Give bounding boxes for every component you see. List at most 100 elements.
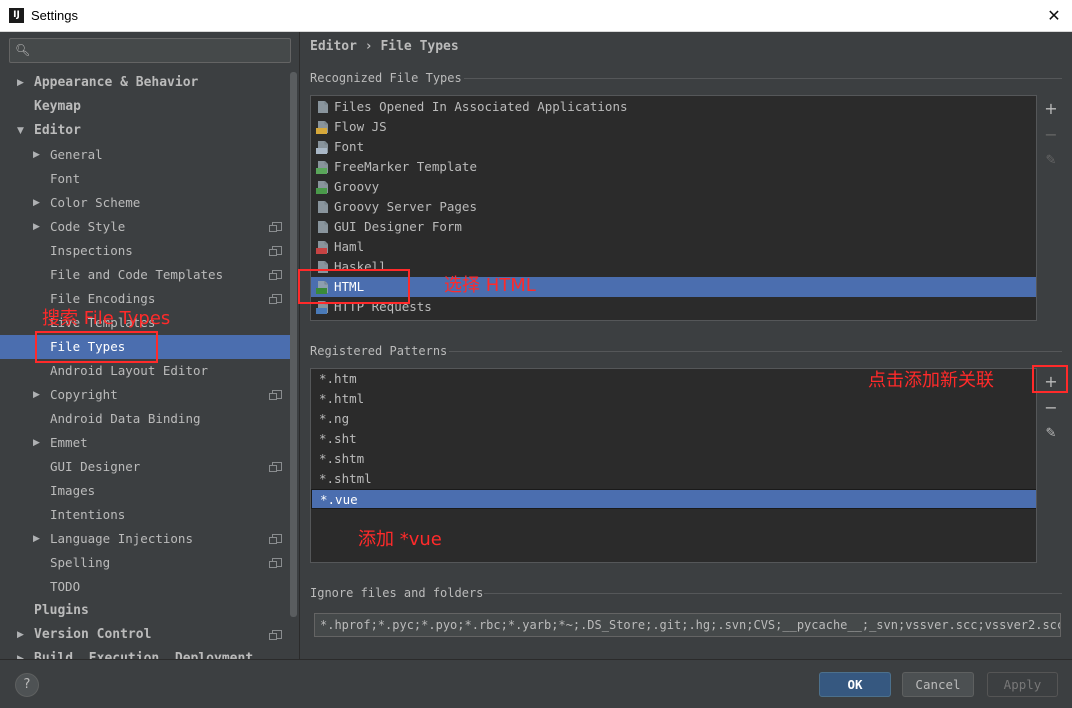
sidebar-item-font[interactable]: Font [0,167,290,191]
sidebar-item-intentions[interactable]: Intentions [0,503,290,527]
sidebar-item-android-data-binding[interactable]: Android Data Binding [0,407,290,431]
chevron-right-icon[interactable]: ▶ [17,647,27,659]
pattern-row[interactable]: *.html [311,389,1036,409]
file-type-label: Font [334,139,365,154]
file-type-row[interactable]: Files Opened In Associated Applications [311,97,1036,117]
sidebar-item-label: Keymap [34,99,81,114]
sidebar-item-plugins[interactable]: Plugins [0,599,290,623]
haml-file-icon [316,240,330,254]
project-settings-icon [269,222,282,232]
file-type-label: Flow JS [334,119,387,134]
recognized-file-types-list[interactable]: Files Opened In Associated Applications F… [310,95,1037,321]
chevron-down-icon[interactable]: ▼ [17,119,27,143]
sidebar-item-version-control[interactable]: ▶ Version Control [0,623,290,647]
file-type-row[interactable]: FreeMarker Template [311,157,1036,177]
sidebar-item-label: Inspections [50,243,133,258]
sidebar-item-copyright[interactable]: ▶ Copyright [0,383,290,407]
annotation-box-file-types [35,331,158,363]
dialog-button-bar: ? OK Cancel Apply [0,659,1072,708]
annotation-box-add-button [1032,365,1068,393]
sidebar-item-label: Font [50,171,81,186]
file-type-row[interactable]: ID [311,317,1036,320]
settings-tree: ▶ Appearance & Behavior Keymap ▼ Editor ▶ Gene… [0,71,290,659]
sidebar-item-todo[interactable]: TODO [0,575,290,599]
file-type-label: Files Opened In Associated Applications [334,99,628,114]
sidebar-item-label: Editor [34,123,81,138]
chevron-right-icon[interactable]: ▶ [33,215,43,239]
file-type-label: ID [334,317,349,320]
form-file-icon [316,220,330,234]
annotation-box-html [298,269,410,304]
sidebar-item-language-injections[interactable]: ▶ Language Injections [0,527,290,551]
project-settings-icon [269,270,282,280]
sidebar-item-appearance-behavior[interactable]: ▶ Appearance & Behavior [0,71,290,95]
edit-pattern-button[interactable]: ✎ [1039,423,1063,445]
project-settings-icon [269,534,282,544]
sidebar-item-emmet[interactable]: ▶ Emmet [0,431,290,455]
ignore-files-input[interactable]: *.hprof;*.pyc;*.pyo;*.rbc;*.yarb;*~;.DS_… [314,613,1061,637]
cancel-button[interactable]: Cancel [902,672,974,697]
edit-file-type-button[interactable]: ✎ [1039,150,1063,172]
sidebar-item-spelling[interactable]: Spelling [0,551,290,575]
section-divider [464,78,1062,79]
file-type-row[interactable]: Haskell [311,257,1036,277]
sidebar-item-label: General [50,147,103,162]
sidebar-item-label: Appearance & Behavior [34,75,199,90]
sidebar-item-label: Copyright [50,387,118,402]
file-type-row[interactable]: HTTP Requests [311,297,1036,317]
breadcrumb: Editor › File Types [310,39,459,54]
pattern-row[interactable]: *.shtml [311,469,1036,489]
gsp-file-icon [316,200,330,214]
sidebar-item-gui-designer[interactable]: GUI Designer [0,455,290,479]
sidebar-item-color-scheme[interactable]: ▶ Color Scheme [0,191,290,215]
sidebar-item-general[interactable]: ▶ General [0,143,290,167]
groovy-file-icon [316,180,330,194]
file-type-row[interactable]: Groovy Server Pages [311,197,1036,217]
sidebar-item-code-style[interactable]: ▶ Code Style [0,215,290,239]
close-icon[interactable]: ✕ [1044,6,1064,26]
settings-search-box[interactable]: 🔍︎ [9,38,291,63]
chevron-right-icon[interactable]: ▶ [17,71,27,95]
chevron-right-icon[interactable]: ▶ [33,191,43,215]
sidebar-item-images[interactable]: Images [0,479,290,503]
chevron-right-icon[interactable]: ▶ [33,383,43,407]
project-settings-icon [269,462,282,472]
section-divider [484,593,1062,594]
pattern-row[interactable]: *.sht [311,429,1036,449]
settings-search-input[interactable] [36,41,286,60]
file-type-row[interactable]: Haml [311,237,1036,257]
pattern-row[interactable]: *.ng [311,409,1036,429]
chevron-right-icon[interactable]: ▶ [33,143,43,167]
help-button[interactable]: ? [15,673,39,697]
sidebar-item-label: Images [50,483,96,498]
ok-button[interactable]: OK [819,672,891,697]
sidebar-item-file-and-code-templates[interactable]: File and Code Templates [0,263,290,287]
generic-file-icon [316,100,330,114]
pattern-row[interactable]: *.vue [311,489,1036,509]
sidebar-item-label: Android Data Binding [50,411,201,426]
file-type-row[interactable]: Font [311,137,1036,157]
file-type-row[interactable]: GUI Designer Form [311,217,1036,237]
chevron-right-icon[interactable]: ▶ [33,431,43,455]
file-type-row[interactable]: Flow JS [311,117,1036,137]
project-settings-icon [269,294,282,304]
sidebar-item-editor[interactable]: ▼ Editor [0,119,290,143]
sidebar-item-label: Intentions [50,507,126,522]
sidebar-item-label: File and Code Templates [50,267,224,282]
file-type-row[interactable]: Groovy [311,177,1036,197]
remove-pattern-button[interactable]: − [1039,397,1063,419]
annotation-search-file-types: 搜索 File Types [42,308,171,329]
file-type-row[interactable]: HTML [311,277,1036,297]
chevron-right-icon[interactable]: ▶ [17,623,27,647]
sidebar-item-build-execution-deployment[interactable]: ▶ Build, Execution, Deployment [0,647,290,659]
sidebar-item-keymap[interactable]: Keymap [0,95,290,119]
remove-file-type-button[interactable]: − [1039,124,1063,146]
apply-button[interactable]: Apply [987,672,1058,697]
freemarker-file-icon [316,160,330,174]
section-divider [449,351,1062,352]
add-file-type-button[interactable]: + [1039,98,1063,120]
sidebar-scrollbar[interactable] [290,72,297,617]
pattern-row[interactable]: *.shtm [311,449,1036,469]
sidebar-item-inspections[interactable]: Inspections [0,239,290,263]
chevron-right-icon[interactable]: ▶ [33,527,43,551]
